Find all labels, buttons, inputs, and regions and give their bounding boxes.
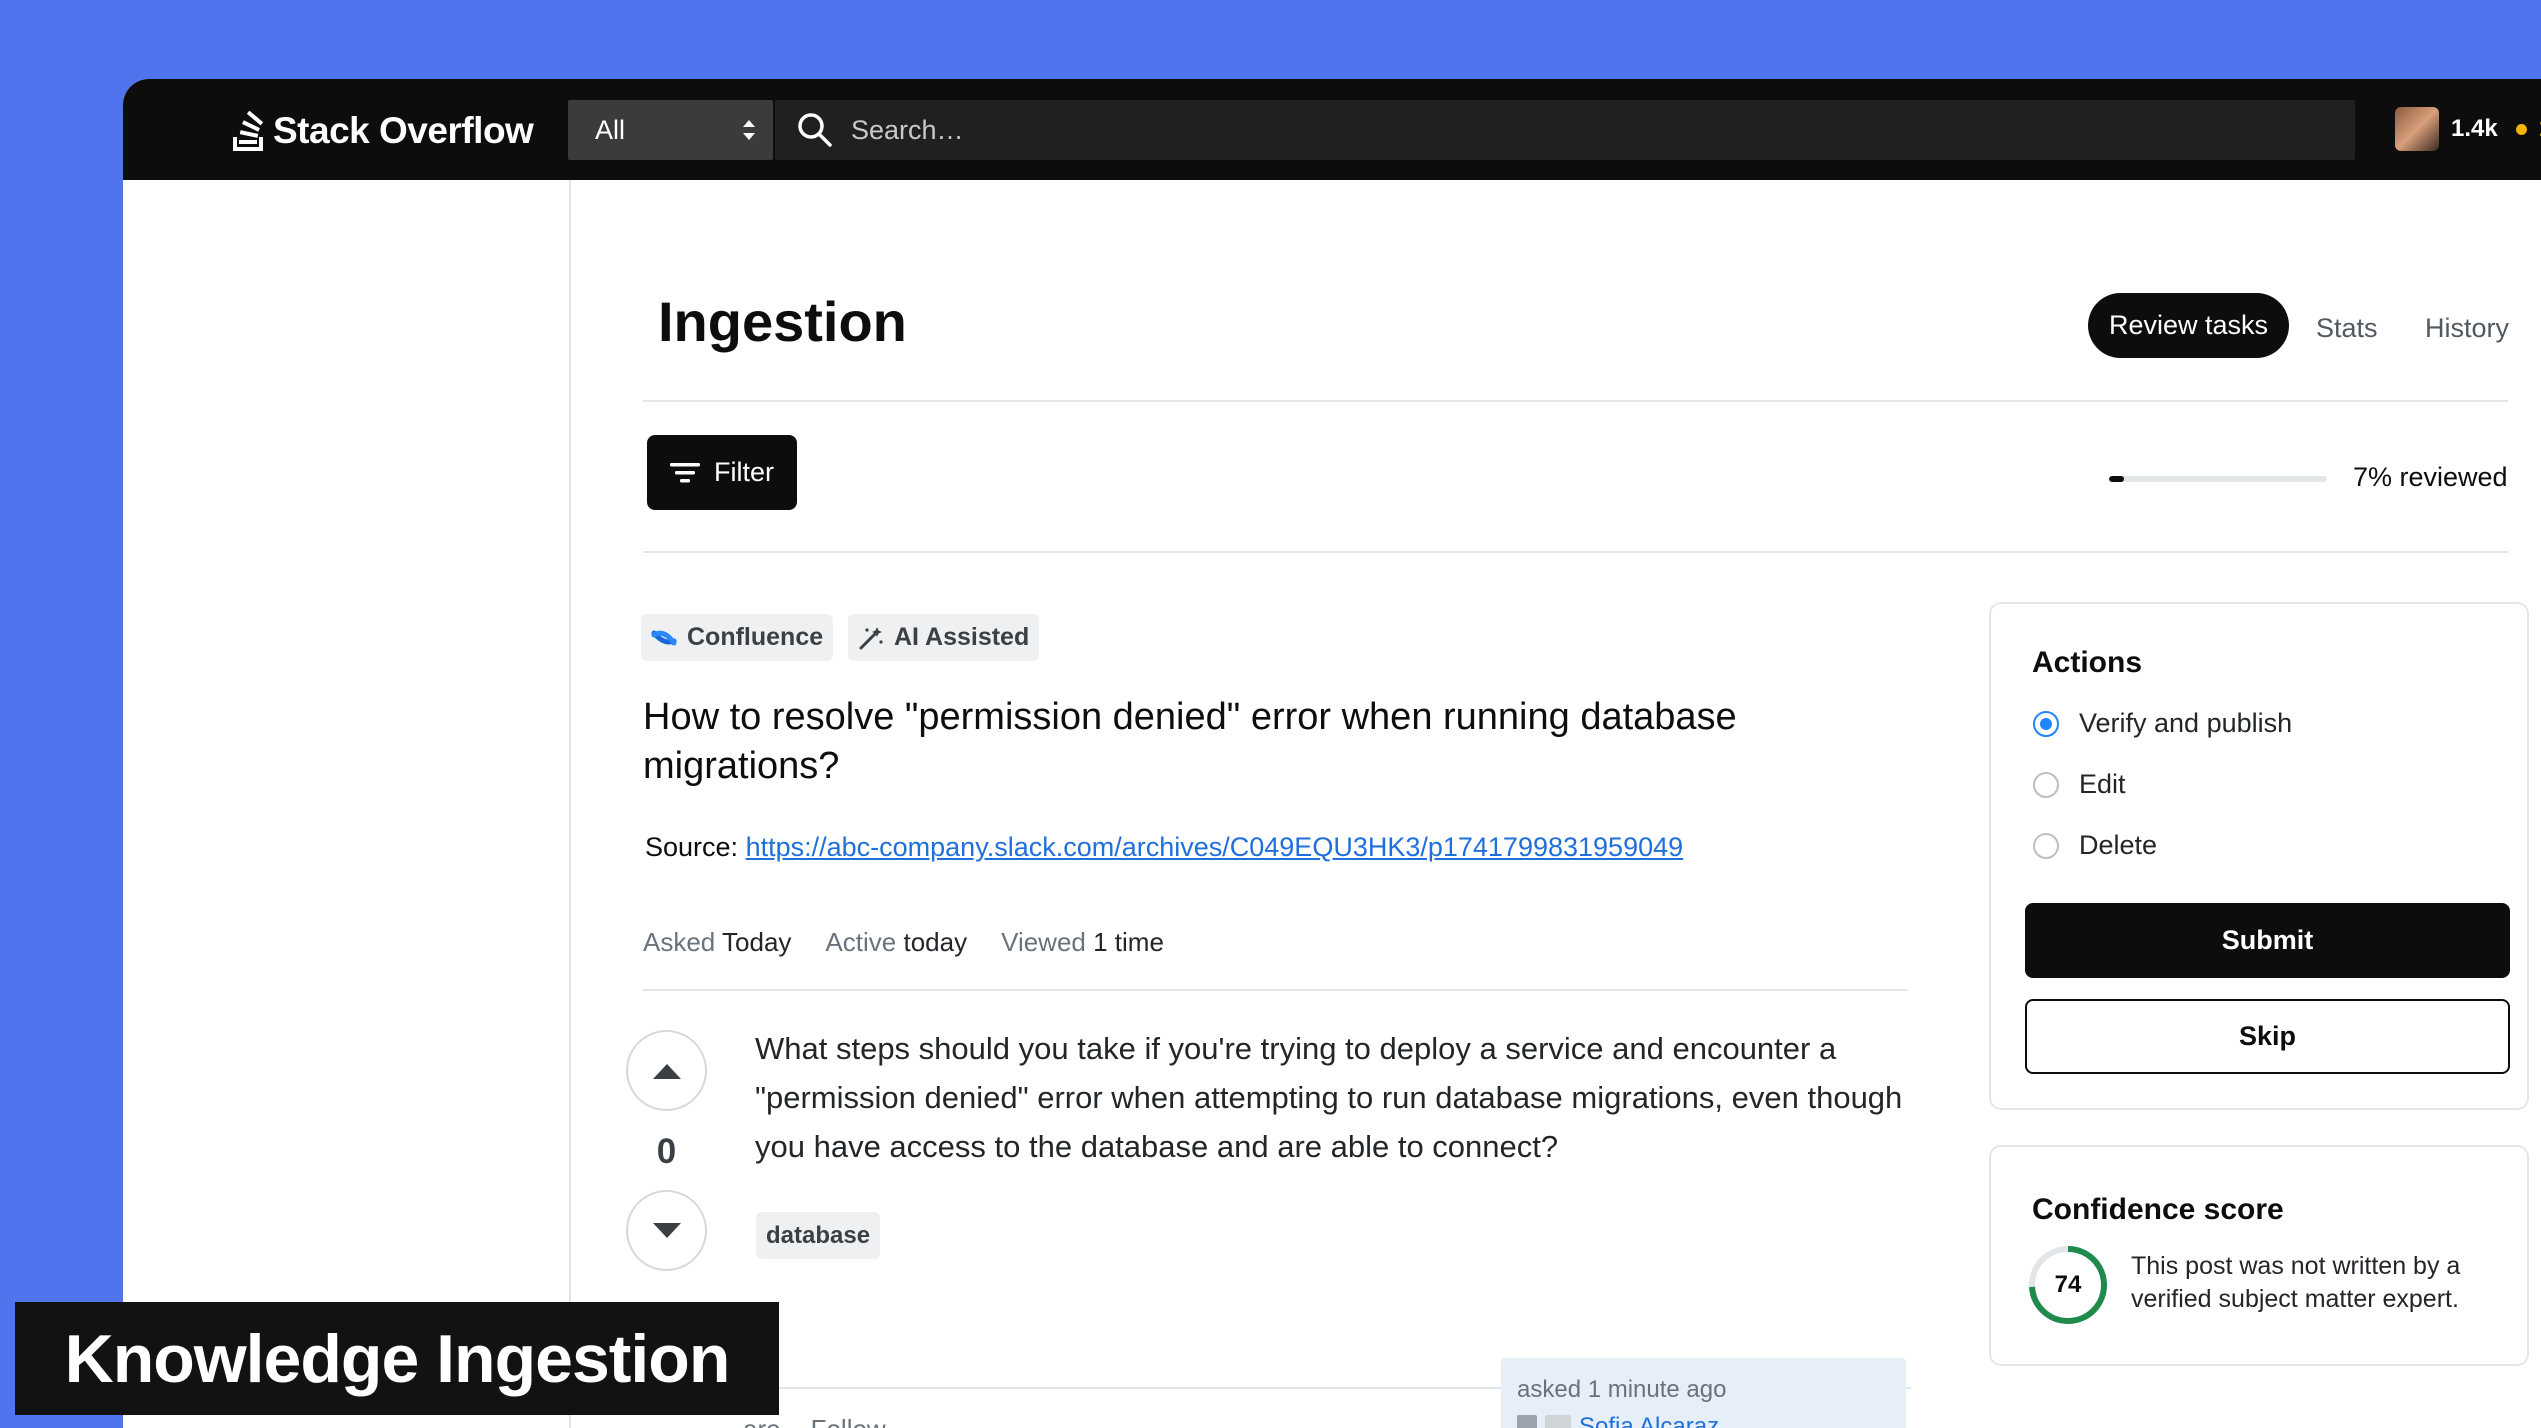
stack-overflow-logo[interactable]: Stack Overflow <box>231 106 534 156</box>
review-progress-bar <box>2109 476 2327 482</box>
meta-active: Active today <box>825 927 968 957</box>
option-verify-publish[interactable]: Verify and publish <box>2033 708 2292 739</box>
option-label: Edit <box>2079 769 2126 799</box>
confluence-badge: Confluence <box>641 614 834 661</box>
stack-logo-icon <box>233 111 264 151</box>
question-title[interactable]: How to resolve "permission denied" error… <box>643 693 1943 791</box>
filter-button[interactable]: Filter <box>647 435 797 510</box>
confidence-title: Confidence score <box>2032 1193 2284 1226</box>
user-avatar <box>1545 1415 1571 1428</box>
magic-wand-icon <box>859 626 883 649</box>
search-scope-select[interactable]: All <box>568 100 773 160</box>
logo-text: Stack Overflow <box>273 110 534 151</box>
user-avatar[interactable] <box>2395 107 2439 151</box>
actions-title: Actions <box>2032 646 2143 679</box>
tab-stats[interactable]: Stats <box>2316 313 2378 344</box>
option-delete[interactable]: Delete <box>2033 830 2157 861</box>
divider <box>643 400 2508 402</box>
filter-icon <box>670 462 700 482</box>
tab-history[interactable]: History <box>2425 313 2509 344</box>
badge-label: Confluence <box>687 623 824 651</box>
follow-link[interactable]: Follow <box>811 1414 886 1428</box>
post-actions: are Follow <box>743 1414 886 1428</box>
question-body: What steps should you take if you're try… <box>755 1031 1903 1164</box>
downvote-button[interactable] <box>626 1190 707 1271</box>
review-progress-fill <box>2109 476 2125 482</box>
option-label: Delete <box>2079 830 2158 860</box>
asker-name-link[interactable]: Sofia Alcaraz <box>1579 1413 1719 1428</box>
arrow-down-icon <box>652 1222 681 1238</box>
video-caption: Knowledge Ingestion <box>15 1302 779 1415</box>
question-meta: Asked Today Active today Viewed 1 time <box>643 927 1164 958</box>
option-edit[interactable]: Edit <box>2033 769 2126 800</box>
radio-icon[interactable] <box>2033 832 2059 859</box>
reputation-count: 1.4k <box>2451 115 2498 142</box>
source-label: Source: <box>645 832 739 862</box>
radio-icon[interactable] <box>2033 771 2059 798</box>
page-title: Ingestion <box>658 290 907 353</box>
meta-asked: Asked Today <box>643 927 792 957</box>
upvote-button[interactable] <box>626 1030 707 1111</box>
search-scope-value: All <box>595 114 626 145</box>
user-avatar[interactable] <box>1517 1415 1537 1428</box>
source-link[interactable]: https://abc-company.slack.com/archives/C… <box>746 832 1684 862</box>
asked-by-card: asked 1 minute ago Sofia Alcaraz <box>1501 1358 1906 1428</box>
top-bar: Stack Overflow All 1.4k 1 <box>123 79 2541 180</box>
app-window: Stack Overflow All 1.4k 1 Ingestion Revi… <box>123 79 2541 1428</box>
confluence-icon <box>651 630 677 645</box>
submit-button[interactable]: Submit <box>2025 903 2510 978</box>
confidence-description: This post was not written by a verified … <box>2131 1252 2461 1313</box>
ai-assisted-badge: AI Assisted <box>848 614 1040 661</box>
radio-checked-icon[interactable] <box>2033 710 2059 737</box>
option-label: Verify and publish <box>2079 708 2293 738</box>
confidence-score-value: 74 <box>2054 1271 2082 1298</box>
search-input[interactable] <box>849 113 2253 147</box>
source-line: Source: https://abc-company.slack.com/ar… <box>645 832 1683 863</box>
actions-panel: Actions Verify and publish Edit Delete S… <box>1989 602 2529 1110</box>
share-link[interactable]: are <box>743 1414 781 1428</box>
divider <box>643 989 1908 991</box>
divider <box>643 551 2508 553</box>
confidence-panel: Confidence score 74 This post was not wr… <box>1989 1145 2529 1366</box>
asked-user: Sofia Alcaraz <box>1517 1413 1719 1428</box>
search-bar <box>775 100 2355 160</box>
arrow-up-icon <box>652 1063 681 1079</box>
select-arrows-icon <box>743 120 755 140</box>
review-progress-label: 7% reviewed <box>2353 462 2508 492</box>
tab-review-tasks[interactable]: Review tasks <box>2088 293 2289 358</box>
filter-label: Filter <box>714 457 774 487</box>
user-menu[interactable]: 1.4k 1 <box>2395 106 2541 152</box>
meta-viewed: Viewed 1 time <box>1001 927 1164 957</box>
vote-count: 0 <box>656 1132 677 1171</box>
tag-database[interactable]: database <box>756 1212 881 1259</box>
asked-time: asked 1 minute ago <box>1517 1376 1727 1403</box>
skip-button[interactable]: Skip <box>2025 999 2510 1074</box>
left-sidebar <box>123 180 571 1428</box>
gold-badge-icon <box>2515 123 2527 135</box>
badge-label: AI Assisted <box>894 623 1030 651</box>
search-icon <box>798 113 832 147</box>
